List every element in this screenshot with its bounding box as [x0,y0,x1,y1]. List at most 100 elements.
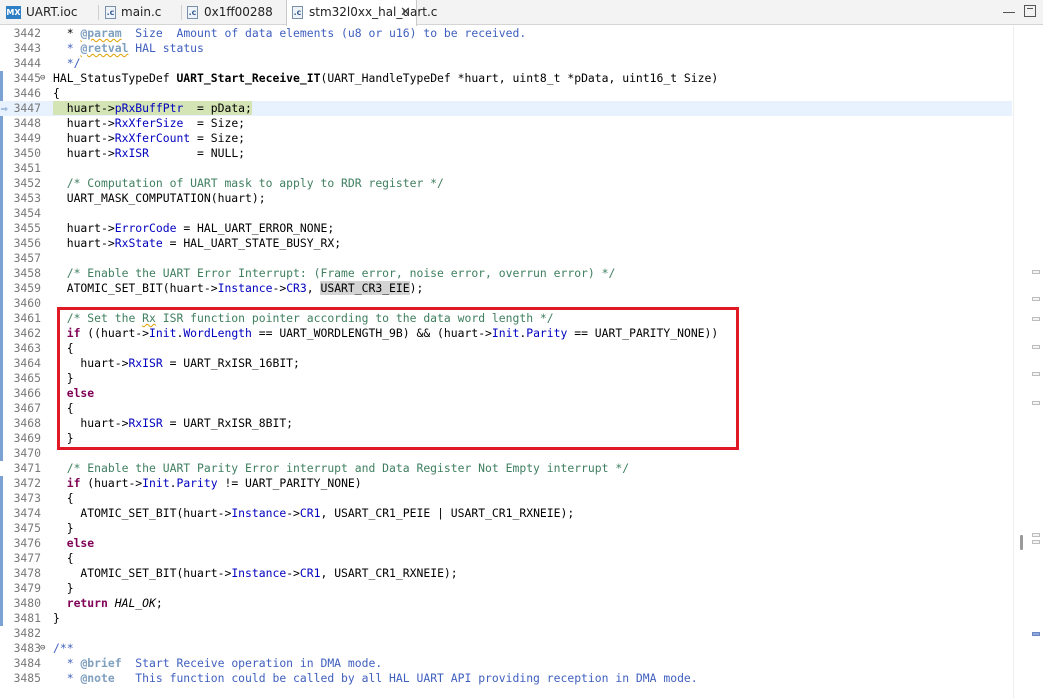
code-line[interactable]: 3467 { [0,401,1012,416]
line-number: 3477 [13,551,41,565]
line-number: 3450 [13,146,41,160]
code-line[interactable]: 3476 else [0,536,1012,551]
code-line[interactable]: 3484 * @brief Start Receive operation in… [0,656,1012,671]
overview-marker-current[interactable] [1032,632,1040,636]
code-line[interactable]: 3459 ATOMIC_SET_BIT(huart->Instance->CR3… [0,281,1012,296]
code-line[interactable]: 3466 else [0,386,1012,401]
code-text: if (huart->Init.Parity != UART_PARITY_NO… [66,476,362,490]
close-tab-icon[interactable]: ✕ [400,0,411,25]
code-text: huart->RxISR = UART_RxISR_8BIT; [53,416,294,430]
code-text: /* Set the Rx ISR function pointer accor… [66,311,554,325]
code-line[interactable]: 3471 /* Enable the UART Parity Error int… [0,461,1012,476]
line-number: 3442 [13,26,41,40]
code-line[interactable]: 3480 return HAL_OK; [0,596,1012,611]
code-line[interactable]: 3475 } [0,521,1012,536]
overview-marker[interactable] [1032,270,1040,274]
code-line[interactable]: 3458 /* Enable the UART Error Interrupt:… [0,266,1012,281]
scrollbar-thumb[interactable] [1020,535,1023,550]
tab-stm32l0xx-hal-uart-c[interactable]: .c stm32l0xx_hal_uart.c ✕ [286,0,437,26]
line-number: 3453 [13,191,41,205]
code-line[interactable]: 3473 { [0,491,1012,506]
minimize-icon[interactable] [1003,5,1015,13]
code-line[interactable]: 3477 { [0,551,1012,566]
code-line[interactable]: 3461 /* Set the Rx ISR function pointer … [0,311,1012,326]
code-line[interactable]: 3468 huart->RxISR = UART_RxISR_8BIT; [0,416,1012,431]
vertical-scrollbar[interactable] [1013,26,1043,698]
code-text: UART_MASK_COMPUTATION(huart); [53,191,266,205]
tab-0x1ff00288[interactable]: .c 0x1ff00288 [182,0,284,25]
code-text: } [53,371,74,385]
code-text: } [53,431,74,445]
code-line[interactable]: 3444 */ [0,56,1012,71]
overview-marker[interactable] [1032,345,1040,349]
code-text: else [66,386,95,400]
code-line[interactable]: 3483 ⊖/** [0,641,1012,656]
line-number: 3465 [13,371,41,385]
line-number: 3461 [13,311,41,325]
code-line[interactable]: 3472 if (huart->Init.Parity != UART_PARI… [0,476,1012,491]
overview-marker[interactable] [1032,401,1040,405]
code-text: { [53,86,60,100]
line-number: 3479 [13,581,41,595]
code-line[interactable]: 3485 * @note This function could be call… [0,671,1012,686]
code-line[interactable]: 3474 ATOMIC_SET_BIT(huart->Instance->CR1… [0,506,1012,521]
overview-marker[interactable] [1032,540,1040,544]
code-line[interactable]: 3462 if ((huart->Init.WordLength == UART… [0,326,1012,341]
tab-main-c[interactable]: .c main.c [99,0,181,25]
code-line[interactable]: 3463 { [0,341,1012,356]
code-text: /* Enable the UART Error Interrupt: (Fra… [66,266,616,280]
stm32cubemx-icon: MX [6,6,21,19]
code-line[interactable]: 3447 ⇨ huart->pRxBuffPtr = pData; [0,101,1012,116]
code-line[interactable]: 3448 huart->RxXferSize = Size; [0,116,1012,131]
code-line[interactable]: 3449 huart->RxXferCount = Size; [0,131,1012,146]
line-number: 3464 [13,356,41,370]
tab-uart-ioc[interactable]: MX UART.ioc [0,0,98,25]
code-line[interactable]: 3456 huart->RxState = HAL_UART_STATE_BUS… [0,236,1012,251]
fold-toggle-icon[interactable]: ⊖ [40,641,50,656]
code-text: huart->ErrorCode = HAL_UART_ERROR_NONE; [53,221,335,235]
code-line[interactable]: 3455 huart->ErrorCode = HAL_UART_ERROR_N… [0,221,1012,236]
overview-marker[interactable] [1032,372,1040,376]
line-number: 3460 [13,296,41,310]
code-text: huart->RxISR = NULL; [53,146,246,160]
overview-marker[interactable] [1032,533,1040,537]
code-line[interactable]: 3442 * @param Size Amount of data elemen… [0,26,1012,41]
code-editor[interactable]: 3442 * @param Size Amount of data elemen… [0,26,1043,698]
code-text: return HAL_OK; [66,596,163,610]
code-line[interactable]: 3469 } [0,431,1012,446]
code-line[interactable]: 3465 } [0,371,1012,386]
fold-toggle-icon[interactable]: ⊖ [40,71,50,86]
code-line[interactable]: 3453 UART_MASK_COMPUTATION(huart); [0,191,1012,206]
code-line[interactable]: 3460 [0,296,1012,311]
code-text: HAL_StatusTypeDef UART_Start_Receive_IT(… [53,71,719,85]
code-line[interactable]: 3464 huart->RxISR = UART_RxISR_16BIT; [0,356,1012,371]
code-text: } [53,611,60,625]
line-number: 3445 [13,71,41,85]
code-line[interactable]: 3452 /* Computation of UART mask to appl… [0,176,1012,191]
code-line[interactable]: 3443 * @retval HAL status [0,41,1012,56]
line-number: 3459 [13,281,41,295]
code-line[interactable]: 3481} [0,611,1012,626]
line-number: 3473 [13,491,41,505]
code-text: ATOMIC_SET_BIT(huart->Instance->CR3, USA… [53,281,424,295]
line-number: 3480 [13,596,41,610]
code-line[interactable]: 3470 [0,446,1012,461]
code-line[interactable]: 3450 huart->RxISR = NULL; [0,146,1012,161]
code-line[interactable]: 3451 [0,161,1012,176]
code-line[interactable]: 3478 ATOMIC_SET_BIT(huart->Instance->CR1… [0,566,1012,581]
code-line[interactable]: 3445 ⊖ HAL_StatusTypeDef UART_Start_Receiv… [0,71,1012,86]
code-line[interactable]: 3457 [0,251,1012,266]
code-text: * @retval HAL status [53,41,204,55]
code-text: /* Enable the UART Parity Error interrup… [66,461,630,475]
code-line[interactable]: 3479 } [0,581,1012,596]
code-text: * @param Size Amount of data elements (u… [53,26,527,40]
code-text: { [53,491,74,505]
code-line[interactable]: 3454 [0,206,1012,221]
code-text: * @brief Start Receive operation in DMA … [53,656,383,670]
code-text: } [53,581,74,595]
code-line[interactable]: 3482 [0,626,1012,641]
overview-marker[interactable] [1032,317,1040,321]
overview-marker[interactable] [1032,297,1040,301]
code-line[interactable]: 3446 { [0,86,1012,101]
maximize-icon[interactable] [1024,5,1036,17]
